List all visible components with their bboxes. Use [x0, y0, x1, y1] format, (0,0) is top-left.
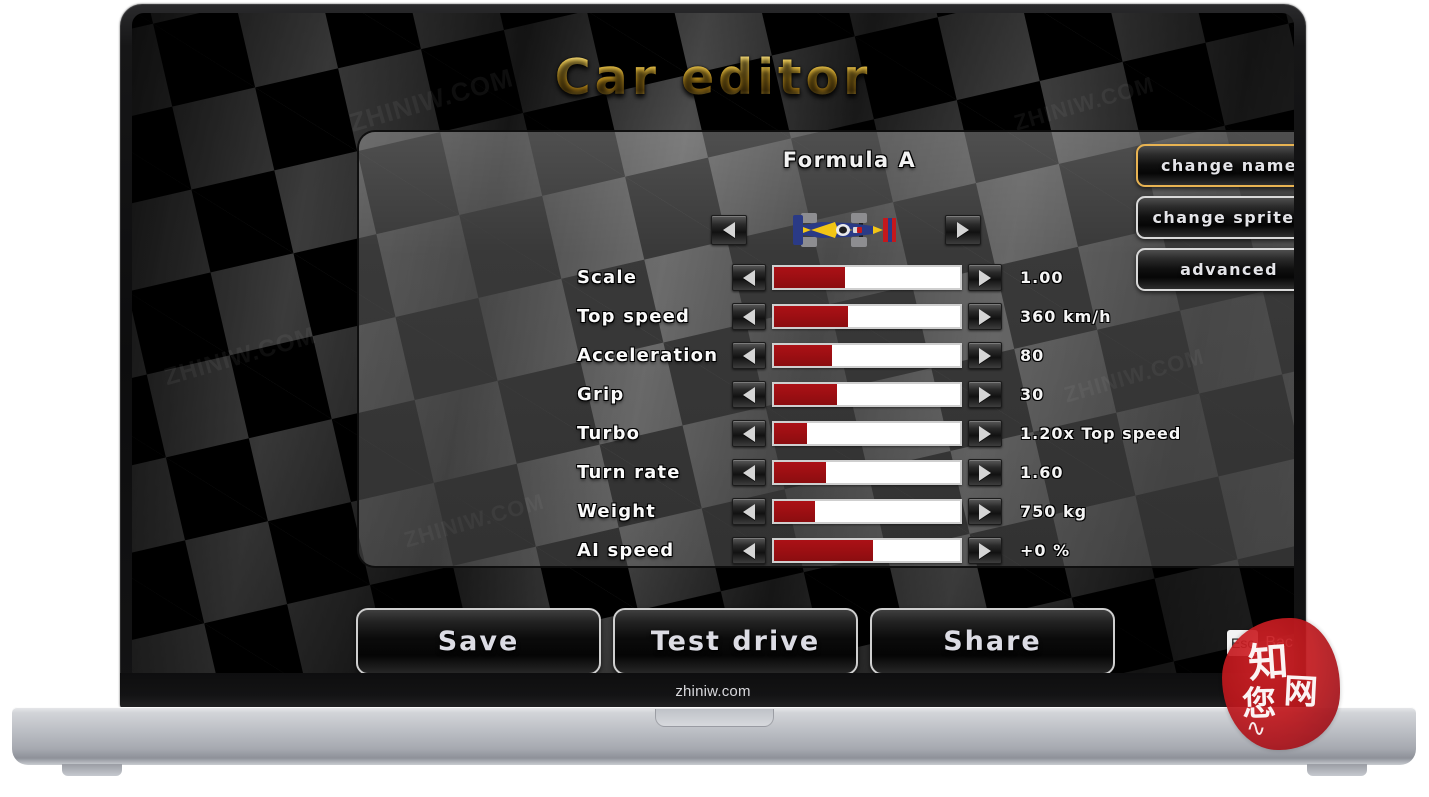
triangle-left-icon	[743, 503, 755, 520]
stat-bar-fill	[774, 423, 808, 444]
increase-scale-button[interactable]	[968, 264, 1002, 291]
stat-bar-track[interactable]	[772, 343, 962, 368]
triangle-right-icon	[979, 464, 991, 481]
decrease-ai-speed-button[interactable]	[732, 537, 766, 564]
laptop-screen: ZHINIW.COM ZHINIW.COM ZHINIW.COM ZHINIW.…	[132, 13, 1294, 673]
share-button[interactable]: Share	[870, 608, 1115, 673]
side-button-group: change name change sprites advanced	[1136, 144, 1294, 291]
laptop-frame: ZHINIW.COM ZHINIW.COM ZHINIW.COM ZHINIW.…	[0, 0, 1429, 797]
test-drive-button[interactable]: Test drive	[613, 608, 858, 673]
side-button-change-name[interactable]: change name	[1136, 144, 1294, 187]
stat-bar-track[interactable]	[772, 421, 962, 446]
decrease-grip-button[interactable]	[732, 381, 766, 408]
stat-value: 360 km/h	[1020, 307, 1112, 326]
stat-value: 1.60	[1020, 463, 1064, 482]
stat-bar-fill	[774, 306, 849, 327]
triangle-left-icon	[743, 542, 755, 559]
keyhint-action-label: Back	[1265, 634, 1294, 651]
triangle-left-icon	[743, 347, 755, 364]
laptop-foot-left	[62, 764, 122, 776]
stat-bar-fill	[774, 462, 827, 483]
laptop-foot-right	[1307, 764, 1367, 776]
decrease-acceleration-button[interactable]	[732, 342, 766, 369]
triangle-right-icon	[979, 425, 991, 442]
stat-value: 80	[1020, 346, 1045, 365]
action-button-group: Save Test drive Share	[356, 608, 1115, 673]
side-button-change-sprites[interactable]: change sprites	[1136, 196, 1294, 239]
stat-list: Scale 1.00 Top speed 360 km/h Acceleration 80…	[359, 258, 1294, 566]
stat-bar-track[interactable]	[772, 460, 962, 485]
increase-grip-button[interactable]	[968, 381, 1002, 408]
triangle-right-icon	[979, 386, 991, 403]
triangle-left-icon	[743, 425, 755, 442]
decrease-turn-rate-button[interactable]	[732, 459, 766, 486]
save-button[interactable]: Save	[356, 608, 601, 673]
stat-label: Grip	[577, 384, 625, 405]
stat-label: Acceleration	[577, 345, 719, 366]
laptop-lid-notch	[655, 709, 774, 727]
increase-turbo-button[interactable]	[968, 420, 1002, 447]
bezel-brand-label: zhiniw.com	[675, 683, 751, 700]
decrease-turbo-button[interactable]	[732, 420, 766, 447]
stat-bar-track[interactable]	[772, 265, 962, 290]
stat-value: 1.00	[1020, 268, 1064, 287]
triangle-right-icon	[979, 269, 991, 286]
laptop-bezel-chin: zhiniw.com	[120, 673, 1306, 710]
stat-bar-fill	[774, 540, 873, 561]
formula-car-top-view-icon	[793, 213, 896, 247]
triangle-left-icon	[743, 386, 755, 403]
next-car-button[interactable]	[945, 215, 981, 245]
stat-value: 750 kg	[1020, 502, 1088, 521]
stat-row: Turbo 1.20x Top speed	[359, 414, 1294, 453]
stat-bar-fill	[774, 345, 832, 366]
stat-label: Weight	[577, 501, 657, 522]
stat-label: AI speed	[577, 540, 675, 561]
triangle-left-icon	[743, 464, 755, 481]
previous-car-button[interactable]	[711, 215, 747, 245]
stat-bar-track[interactable]	[772, 382, 962, 407]
stat-bar-track[interactable]	[772, 538, 962, 563]
car-preview-row	[711, 210, 981, 250]
stat-label: Turn rate	[577, 462, 681, 483]
stat-value: 30	[1020, 385, 1045, 404]
stat-row: Grip 30	[359, 375, 1294, 414]
side-button-advanced[interactable]: advanced	[1136, 248, 1294, 291]
keycap-esc: Esc	[1227, 630, 1259, 656]
increase-top-speed-button[interactable]	[968, 303, 1002, 330]
decrease-scale-button[interactable]	[732, 264, 766, 291]
stat-row: Top speed 360 km/h	[359, 297, 1294, 336]
triangle-left-icon	[743, 269, 755, 286]
stat-bar-track[interactable]	[772, 304, 962, 329]
stat-value: +0 %	[1020, 541, 1071, 560]
stat-label: Scale	[577, 267, 638, 288]
key-hint-bar: EscBack↵Select	[1227, 630, 1294, 656]
triangle-left-icon	[723, 222, 735, 238]
decrease-weight-button[interactable]	[732, 498, 766, 525]
stat-bar-fill	[774, 501, 815, 522]
page-title: Car editor	[132, 49, 1294, 106]
game-viewport: ZHINIW.COM ZHINIW.COM ZHINIW.COM ZHINIW.…	[132, 13, 1294, 673]
increase-acceleration-button[interactable]	[968, 342, 1002, 369]
stat-row: Turn rate 1.60	[359, 453, 1294, 492]
increase-ai-speed-button[interactable]	[968, 537, 1002, 564]
stat-bar-fill	[774, 384, 838, 405]
stat-label: Turbo	[577, 423, 641, 444]
stat-row: AI speed +0 %	[359, 531, 1294, 566]
triangle-left-icon	[743, 308, 755, 325]
triangle-right-icon	[979, 542, 991, 559]
stat-label: Top speed	[577, 306, 691, 327]
triangle-right-icon	[957, 222, 969, 238]
stat-bar-fill	[774, 267, 845, 288]
triangle-right-icon	[979, 347, 991, 364]
stat-bar-track[interactable]	[772, 499, 962, 524]
decrease-top-speed-button[interactable]	[732, 303, 766, 330]
triangle-right-icon	[979, 503, 991, 520]
stat-row: Acceleration 80	[359, 336, 1294, 375]
stat-row: Weight 750 kg	[359, 492, 1294, 531]
increase-weight-button[interactable]	[968, 498, 1002, 525]
triangle-right-icon	[979, 308, 991, 325]
stat-value: 1.20x Top speed	[1020, 424, 1182, 443]
increase-turn-rate-button[interactable]	[968, 459, 1002, 486]
